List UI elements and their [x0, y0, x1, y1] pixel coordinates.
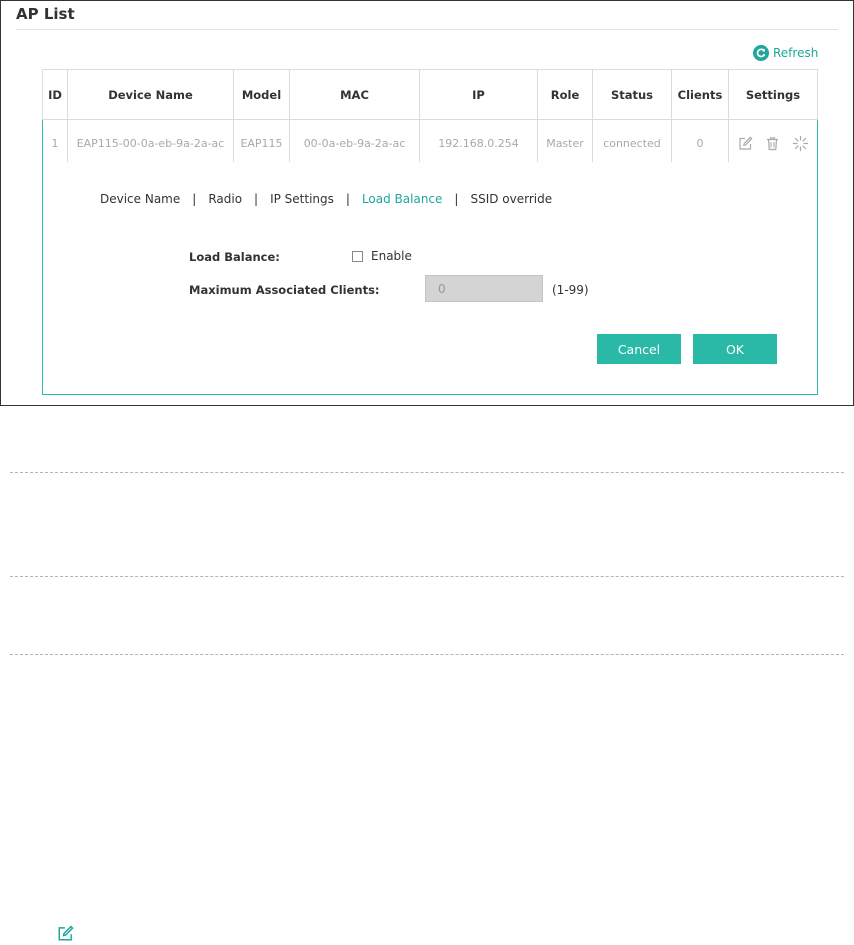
- refresh-button[interactable]: Refresh: [753, 45, 818, 61]
- cancel-button[interactable]: Cancel: [597, 334, 681, 364]
- cell-role: Master: [537, 119, 593, 167]
- column-header-clients: Clients: [671, 69, 729, 120]
- table-header-row: ID Device Name Model MAC IP Role Status …: [42, 69, 818, 120]
- column-header-device-name: Device Name: [67, 69, 234, 120]
- column-header-role: Role: [537, 69, 593, 120]
- column-header-ip: IP: [419, 69, 538, 120]
- tab-ssid-override[interactable]: SSID override: [470, 192, 552, 206]
- enable-checkbox[interactable]: [352, 251, 363, 262]
- tab-separator: |: [454, 192, 459, 206]
- column-header-model: Model: [233, 69, 290, 120]
- cell-model: EAP115: [233, 119, 290, 167]
- tab-radio[interactable]: Radio: [208, 192, 242, 206]
- cell-settings: [728, 119, 818, 167]
- column-header-status: Status: [592, 69, 672, 120]
- delete-icon[interactable]: [765, 136, 780, 151]
- max-clients-input[interactable]: [425, 275, 543, 302]
- edit-icon: [58, 925, 74, 941]
- column-header-mac: MAC: [289, 69, 420, 120]
- dashed-divider: [10, 576, 844, 577]
- page-title: AP List: [16, 5, 75, 23]
- dashed-divider: [10, 472, 844, 473]
- ap-detail-panel: Device Name | Radio | IP Settings | Load…: [42, 162, 818, 395]
- detail-tab-bar: Device Name | Radio | IP Settings | Load…: [100, 192, 552, 206]
- cell-id: 1: [42, 119, 68, 167]
- table-row[interactable]: 1 EAP115-00-0a-eb-9a-2a-ac EAP115 00-0a-…: [42, 119, 818, 167]
- ap-table: ID Device Name Model MAC IP Role Status …: [42, 69, 818, 167]
- refresh-icon: [753, 45, 769, 61]
- load-balance-label: Load Balance:: [189, 250, 280, 264]
- dashed-divider: [10, 654, 844, 655]
- tab-load-balance[interactable]: Load Balance: [362, 192, 442, 206]
- cell-device-name: EAP115-00-0a-eb-9a-2a-ac: [67, 119, 234, 167]
- column-header-id: ID: [42, 69, 68, 120]
- column-header-settings: Settings: [728, 69, 818, 120]
- tab-device-name[interactable]: Device Name: [100, 192, 180, 206]
- cell-status: connected: [592, 119, 672, 167]
- ap-list-panel: AP List Refresh ID Device Name Model MAC…: [0, 0, 854, 406]
- cell-clients: 0: [671, 119, 729, 167]
- title-divider: [16, 29, 838, 30]
- tab-separator: |: [254, 192, 259, 206]
- cell-ip: 192.168.0.254: [419, 119, 538, 167]
- tab-separator: |: [192, 192, 197, 206]
- max-clients-label: Maximum Associated Clients:: [189, 283, 380, 297]
- cell-mac: 00-0a-eb-9a-2a-ac: [289, 119, 420, 167]
- ok-button[interactable]: OK: [693, 334, 777, 364]
- enable-label[interactable]: Enable: [371, 249, 412, 263]
- tab-ip-settings[interactable]: IP Settings: [270, 192, 334, 206]
- edit-icon[interactable]: [738, 136, 753, 151]
- max-clients-range: (1-99): [552, 283, 589, 297]
- locate-icon[interactable]: [792, 135, 809, 152]
- refresh-label: Refresh: [773, 46, 819, 60]
- tab-separator: |: [345, 192, 350, 206]
